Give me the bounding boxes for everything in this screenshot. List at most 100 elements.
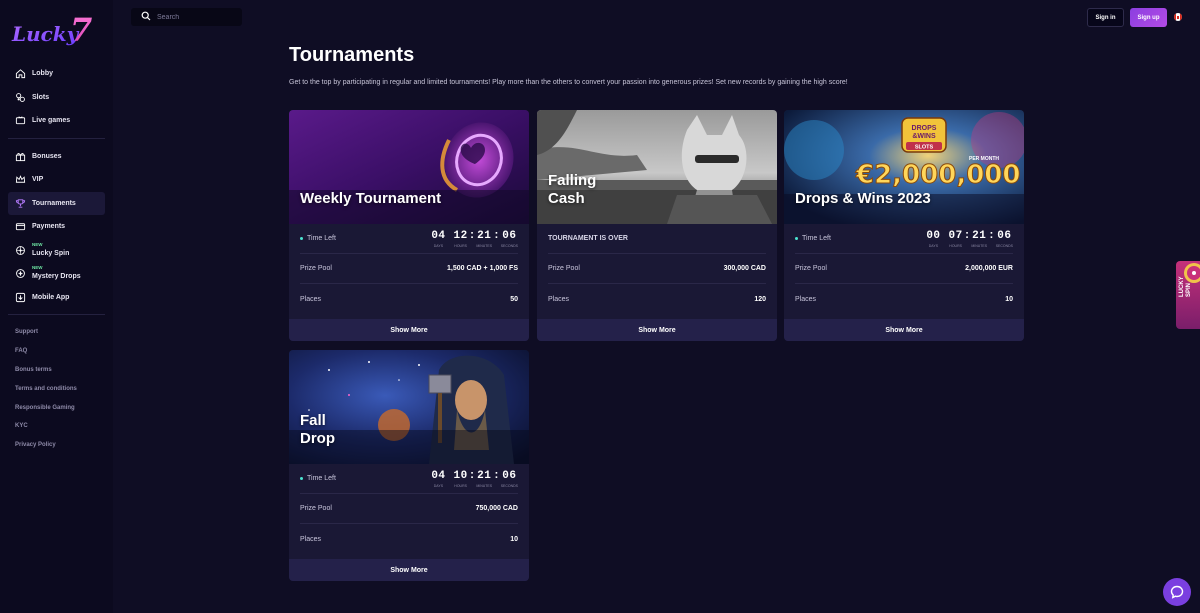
- chat-button[interactable]: [1163, 578, 1191, 606]
- timer-hours: 10: [453, 469, 468, 482]
- prize-pool-row: Prize Pool 1,500 CAD + 1,000 FS: [300, 254, 518, 284]
- sidebar-links: Support FAQ Bonus terms Terms and condit…: [15, 326, 77, 458]
- timer-minutes-label: MINUTES: [476, 483, 493, 488]
- show-more-button[interactable]: Show More: [784, 319, 1024, 341]
- banner-per-month: PER MONTH: [969, 156, 999, 162]
- timer-hours-label: HOURS: [949, 243, 962, 248]
- sidebar-divider: [8, 314, 105, 315]
- link-privacy[interactable]: Privacy Policy: [15, 439, 77, 458]
- countdown-timer: 04 DAYS 12 HOURS : 21 MINUTES : 06 SECONDS: [431, 229, 518, 248]
- timer-minutes-label: MINUTES: [971, 243, 988, 248]
- search-box[interactable]: [131, 8, 242, 26]
- show-more-button[interactable]: Show More: [289, 319, 529, 341]
- sidebar-item-label: Bonuses: [32, 152, 62, 160]
- sidebar-item-label: Slots: [32, 93, 50, 101]
- promo-line1: LUCKY: [1179, 276, 1185, 297]
- sidebar-item-label: Live games: [32, 117, 71, 125]
- timer-seconds-label: SECONDS: [500, 243, 518, 248]
- timer-hours: 07: [948, 229, 963, 242]
- timer-minutes: 21: [972, 229, 987, 242]
- lucky-spin-promo-tab[interactable]: LUCKY SPIN: [1176, 261, 1200, 329]
- tournament-title: Falling Cash: [548, 172, 596, 208]
- svg-text:7: 7: [70, 11, 92, 49]
- tournament-title: Weekly Tournament: [300, 190, 442, 207]
- sidebar-item-vip[interactable]: VIP: [8, 168, 105, 192]
- timer-minutes-label: MINUTES: [476, 243, 493, 248]
- status-dot: [300, 237, 303, 240]
- link-kyc[interactable]: KYC: [15, 420, 77, 439]
- prize-pool-value: 300,000 CAD: [723, 265, 766, 272]
- places-row: Places 120: [548, 284, 766, 314]
- timer-days: 04: [431, 469, 446, 482]
- link-bonus-terms[interactable]: Bonus terms: [15, 364, 77, 383]
- sidebar-divider: [8, 137, 105, 139]
- sidebar-item-mystery-drops[interactable]: NEW Mystery Drops: [8, 262, 105, 286]
- banner-logo-sub: SLOTS: [915, 145, 934, 151]
- page-intro: Get to the top by participating in regul…: [289, 79, 848, 86]
- places-label: Places: [795, 295, 817, 303]
- tournament-banner: Fall Drop: [289, 350, 529, 464]
- sign-in-button[interactable]: Sign in: [1087, 8, 1124, 27]
- time-left-label: Time Left: [307, 475, 336, 482]
- timer-seconds-label: SECONDS: [500, 483, 518, 488]
- banner-logo-line1: DROPS: [912, 125, 937, 132]
- prize-pool-value: 750,000 CAD: [475, 505, 518, 512]
- sidebar-item-live-games[interactable]: Live games: [8, 109, 105, 133]
- tournament-title-line2: Cash: [548, 190, 585, 207]
- status-dot: [795, 237, 798, 240]
- timer-days-label: DAYS: [433, 483, 444, 488]
- download-icon: [14, 291, 26, 303]
- prize-pool-row: Prize Pool 750,000 CAD: [300, 494, 518, 524]
- timer-hours-label: HOURS: [454, 243, 467, 248]
- search-icon: [141, 8, 151, 26]
- promo-line2: SPIN: [1186, 282, 1192, 297]
- prize-pool-value: 1,500 CAD + 1,000 FS: [446, 265, 518, 272]
- sidebar-item-label: Mystery Drops: [32, 273, 81, 281]
- time-left-label: Time Left: [802, 235, 831, 242]
- tournament-title-line2: Drop: [300, 430, 335, 447]
- sidebar-item-tournaments[interactable]: Tournaments: [8, 191, 105, 215]
- timer-seconds: 06: [502, 229, 517, 242]
- tournament-info: TOURNAMENT IS OVER Prize Pool 300,000 CA…: [548, 224, 766, 314]
- tournament-card: DROPS &WINS SLOTS €2,000,000 PER MONTH D…: [784, 110, 1024, 341]
- show-more-button[interactable]: Show More: [537, 319, 777, 341]
- timer-hours-label: HOURS: [454, 483, 467, 488]
- link-terms[interactable]: Terms and conditions: [15, 383, 77, 402]
- time-left-row: Time Left 00 DAYS 07 HOURS : 21 MINUTES : 0…: [795, 224, 1013, 254]
- timer-seconds-label: SECONDS: [995, 243, 1013, 248]
- tournament-title: Drops & Wins 2023: [795, 190, 931, 207]
- places-row: Places 50: [300, 284, 518, 314]
- prize-pool-label: Prize Pool: [300, 265, 332, 272]
- sidebar-item-label: Lucky Spin: [32, 249, 70, 257]
- sidebar-item-label: Tournaments: [32, 199, 76, 207]
- canada-flag-icon[interactable]: [1174, 13, 1182, 21]
- show-more-button[interactable]: Show More: [289, 559, 529, 581]
- gift-icon: [14, 150, 26, 162]
- home-icon: [14, 68, 26, 80]
- lucky7-logo[interactable]: Lucky 7: [10, 8, 105, 50]
- banner-logo-line2: &WINS: [912, 133, 936, 140]
- sidebar-item-mobile-app[interactable]: Mobile App: [8, 286, 105, 310]
- sidebar-item-payments[interactable]: Payments: [8, 215, 105, 239]
- places-label: Places: [300, 295, 322, 303]
- places-value: 10: [1005, 295, 1013, 303]
- sign-up-button[interactable]: Sign up: [1130, 8, 1167, 27]
- sidebar-item-lucky-spin[interactable]: NEW Lucky Spin: [8, 239, 105, 263]
- timer-minutes: 21: [477, 469, 492, 482]
- link-responsible-gaming[interactable]: Responsible Gaming: [15, 402, 77, 421]
- link-faq[interactable]: FAQ: [15, 345, 77, 364]
- places-value: 120: [754, 295, 766, 303]
- sidebar-item-label: Lobby: [32, 70, 53, 78]
- sidebar-item-lobby[interactable]: Lobby: [8, 62, 105, 86]
- search-input[interactable]: [157, 13, 237, 21]
- tournament-card: Falling Cash TOURNAMENT IS OVER Prize Po…: [537, 110, 777, 341]
- sidebar: Lucky 7 Lobby Slots Live games Bonuses V…: [0, 0, 113, 613]
- link-support[interactable]: Support: [15, 326, 77, 345]
- tournament-over-label: TOURNAMENT IS OVER: [548, 235, 628, 242]
- tournament-title-line1: Falling: [548, 172, 597, 189]
- sidebar-item-bonuses[interactable]: Bonuses: [8, 145, 105, 169]
- tournament-title-line1: Fall: [300, 412, 326, 429]
- timer-seconds: 06: [997, 229, 1012, 242]
- sidebar-item-slots[interactable]: Slots: [8, 86, 105, 110]
- timer-minutes: 21: [477, 229, 492, 242]
